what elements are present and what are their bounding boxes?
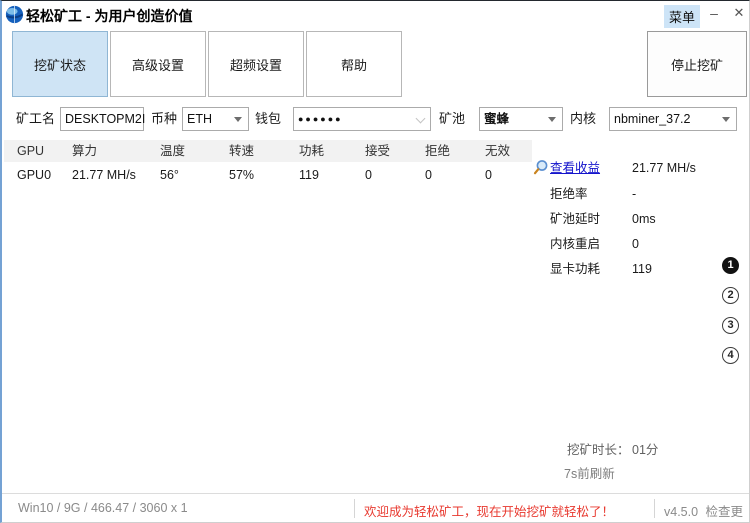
gpu-row-accepted: 0 — [365, 168, 372, 182]
miner-name-input[interactable]: DESKTOPM2I — [60, 107, 146, 131]
col-header-power: 功耗 — [299, 144, 325, 158]
refresh-status-text: 7s前刷新 — [564, 467, 615, 481]
page-indicator-2[interactable]: 2 — [722, 287, 739, 304]
col-header-invalid: 无效 — [485, 144, 511, 158]
kernel-value: nbminer_37.2 — [614, 112, 691, 126]
page-indicator-4[interactable]: 4 — [722, 347, 739, 364]
chevron-down-icon — [722, 117, 730, 122]
page-indicator-1[interactable]: 1 — [722, 257, 739, 274]
statusbar-divider — [654, 499, 655, 518]
coin-label: 币种 — [151, 111, 178, 126]
col-header-accepted: 接受 — [365, 144, 391, 158]
gpu-power-value: 119 — [632, 262, 652, 276]
kernel-restarts-label: 内核重启 — [550, 237, 601, 251]
gpu-row-power: 119 — [299, 168, 319, 182]
col-header-gpu: GPU — [17, 144, 45, 158]
pool-latency-label: 矿池延时 — [550, 212, 601, 226]
page-indicator-3[interactable]: 3 — [722, 317, 739, 334]
gpu-power-label: 显卡功耗 — [550, 262, 601, 276]
pool-latency-value: 0ms — [632, 212, 656, 226]
wallet-input[interactable]: ●●●●●● — [293, 107, 431, 131]
view-earnings-link[interactable]: 查看收益 — [550, 160, 600, 176]
col-header-hashrate: 算力 — [72, 144, 98, 158]
chevron-down-icon — [415, 113, 426, 124]
mining-duration-value: 01分 — [632, 443, 659, 457]
gpu-row-invalid: 0 — [485, 168, 492, 182]
version-text: v4.5.0 — [664, 505, 699, 519]
app-window: 轻松矿工 - 为用户创造价值 菜单 – ✕ 挖矿状态 高级设置 超频设置 帮助 … — [0, 0, 750, 523]
window-title: 轻松矿工 - 为用户创造价值 — [26, 8, 193, 24]
total-hashrate-value: 21.77 MH/s — [632, 161, 696, 175]
col-header-fan-speed: 转速 — [229, 144, 255, 158]
menu-button[interactable]: 菜单 — [664, 5, 701, 28]
chevron-down-icon — [548, 117, 556, 122]
gpu-row-hashrate: 21.77 MH/s — [72, 168, 136, 182]
tab-overclock-settings[interactable]: 超频设置 — [208, 31, 304, 97]
col-header-rejected: 拒绝 — [425, 144, 451, 158]
pool-value: 蜜蜂 — [484, 112, 510, 126]
stop-mining-button[interactable]: 停止挖矿 — [647, 31, 747, 97]
minimize-button[interactable]: – — [704, 3, 724, 25]
reject-rate-value: - — [632, 187, 637, 201]
title-bar: 轻松矿工 - 为用户创造价值 菜单 – ✕ — [2, 1, 749, 29]
welcome-message: 欢迎成为轻松矿工，现在开始挖矿就轻松了！ — [364, 505, 615, 519]
coin-value: ETH — [187, 112, 212, 126]
chevron-down-icon — [234, 117, 242, 122]
reject-rate-label: 拒绝率 — [550, 187, 588, 201]
tab-advanced-settings[interactable]: 高级设置 — [110, 31, 206, 97]
system-info-text: Win10 / 9G / 466.47 / 3060 x 1 — [18, 501, 188, 515]
pool-label: 矿池 — [439, 111, 466, 126]
miner-name-value: DESKTOPM2I — [65, 112, 146, 126]
kernel-select[interactable]: nbminer_37.2 — [609, 107, 737, 131]
wallet-masked-value: ●●●●●● — [298, 114, 343, 124]
mining-duration-label: 挖矿时长： — [567, 443, 630, 457]
tab-help[interactable]: 帮助 — [306, 31, 402, 97]
statusbar-divider — [354, 499, 355, 518]
app-logo-icon — [5, 5, 24, 29]
miner-name-label: 矿工名 — [16, 111, 56, 126]
gpu-row-temperature: 56° — [160, 168, 179, 182]
gpu-row-fan-speed: 57% — [229, 168, 255, 182]
coin-select[interactable]: ETH — [182, 107, 249, 131]
tab-mining-status[interactable]: 挖矿状态 — [12, 31, 108, 97]
gpu-row-name: GPU0 — [17, 168, 52, 182]
pool-select[interactable]: 蜜蜂 — [479, 107, 563, 131]
kernel-restarts-value: 0 — [632, 237, 639, 251]
close-button[interactable]: ✕ — [729, 3, 749, 25]
col-header-temperature: 温度 — [160, 144, 186, 158]
wallet-label: 钱包 — [255, 111, 282, 126]
gpu-row-rejected: 0 — [425, 168, 432, 182]
magnifier-icon — [533, 159, 549, 181]
kernel-label: 内核 — [570, 111, 597, 126]
status-bar: Win10 / 9G / 466.47 / 3060 x 1 欢迎成为轻松矿工，… — [2, 493, 749, 522]
